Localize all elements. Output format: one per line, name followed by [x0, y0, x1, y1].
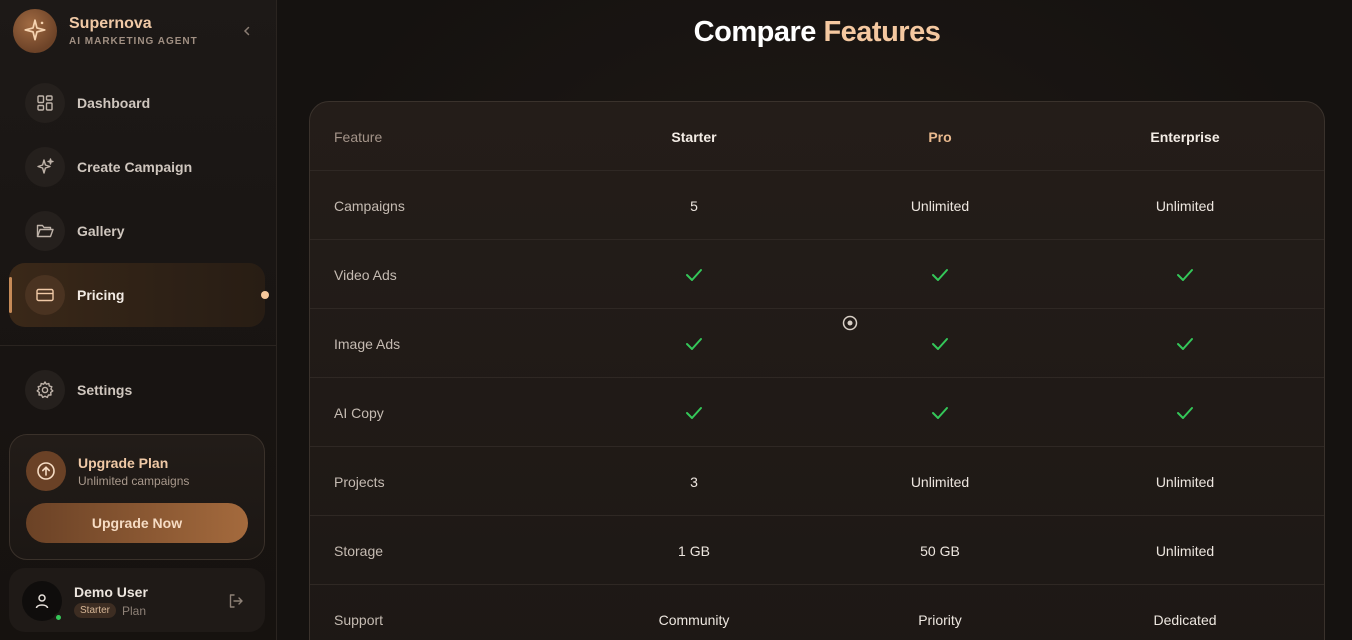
collapse-sidebar-button[interactable] [238, 22, 256, 40]
sparkle-logo-icon [13, 9, 57, 53]
active-dot [261, 291, 269, 299]
table-header-row: Feature Starter Pro Enterprise [310, 102, 1324, 171]
plan-value: 3 [690, 473, 698, 490]
credit-card-icon [25, 275, 65, 315]
plan-value: Unlimited [910, 473, 970, 490]
gear-icon [25, 370, 65, 410]
upgrade-subtitle: Unlimited campaigns [78, 474, 190, 488]
user-icon [35, 594, 49, 609]
folder-icon [25, 211, 65, 251]
header-enterprise: Enterprise [1150, 128, 1220, 145]
check-icon [818, 240, 1062, 309]
plan-value: Priority [918, 611, 962, 628]
feature-name: Campaigns [334, 197, 405, 214]
feature-name: Image Ads [334, 335, 401, 352]
plan-value: Dedicated [1153, 611, 1217, 628]
mouse-cursor-icon [842, 315, 858, 331]
nav-label: Gallery [77, 223, 125, 239]
page-title-accent: Features [823, 16, 941, 48]
table-row: Projects 3 Unlimited Unlimited [310, 447, 1324, 516]
nav-item-pricing[interactable]: Pricing [9, 263, 269, 327]
nav-item-settings[interactable]: Settings [13, 362, 265, 418]
table-row: Video Ads [310, 240, 1324, 309]
check-icon [818, 378, 1062, 447]
feature-name: Storage [334, 542, 384, 559]
table-row: AI Copy [310, 378, 1324, 447]
user-name: Demo User [74, 584, 148, 600]
plan-value: 5 [690, 197, 698, 214]
table-row: Storage 1 GB 50 GB Unlimited [310, 516, 1324, 585]
feature-name: Support [334, 611, 384, 628]
chevron-left-icon [243, 26, 250, 36]
plan-value: 1 GB [678, 542, 710, 559]
feature-name: Video Ads [334, 266, 397, 283]
arrow-up-circle-icon [26, 451, 66, 491]
plan-label: Plan [122, 604, 147, 618]
brand-subtitle: AI MARKETING AGENT [69, 36, 198, 47]
table-row: Campaigns 5 Unlimited Unlimited [310, 171, 1324, 240]
logout-icon [229, 594, 243, 608]
table-row: Image Ads [310, 309, 1324, 378]
check-icon [1063, 240, 1307, 309]
nav-item-gallery[interactable]: Gallery [13, 203, 265, 259]
sidebar: Supernova AI MARKETING AGENT Dashboard C… [0, 0, 277, 640]
brand[interactable]: Supernova AI MARKETING AGENT [13, 9, 198, 53]
logout-button[interactable] [227, 592, 245, 610]
feature-name: Projects [334, 473, 385, 490]
table-row: Support Community Priority Dedicated [310, 585, 1324, 640]
page-title-main: Compare [693, 16, 824, 48]
nav-label: Dashboard [77, 95, 151, 111]
main-content: Compare Features Feature Starter Pro Ent… [277, 0, 1352, 640]
plan-badge: Starter [74, 603, 117, 618]
upgrade-now-button[interactable]: Upgrade Now [26, 503, 248, 543]
plan-value: Unlimited [1155, 197, 1215, 214]
header-pro: Pro [928, 128, 952, 145]
header-starter: Starter [671, 128, 717, 145]
plan-value: Unlimited [1155, 542, 1215, 559]
user-profile-card[interactable]: Demo User Starter Plan [9, 568, 265, 632]
online-status-dot [54, 613, 63, 622]
plan-value: Unlimited [910, 197, 970, 214]
check-icon [573, 240, 815, 309]
feature-comparison-table: Feature Starter Pro Enterprise Campaigns… [309, 101, 1325, 640]
nav-item-dashboard[interactable]: Dashboard [13, 75, 265, 131]
header-feature: Feature [334, 128, 383, 145]
grid-icon [25, 83, 65, 123]
nav-label: Create Campaign [77, 159, 193, 175]
brand-name: Supernova [69, 15, 152, 32]
active-indicator-bar [9, 277, 12, 313]
upgrade-title: Upgrade Plan [78, 455, 169, 471]
divider [0, 345, 276, 346]
check-icon [573, 309, 815, 378]
nav-item-create-campaign[interactable]: Create Campaign [13, 139, 265, 195]
plan-value: Unlimited [1155, 473, 1215, 490]
upgrade-plan-card: Upgrade Plan Unlimited campaigns Upgrade… [9, 434, 265, 560]
plan-value: 50 GB [920, 542, 960, 559]
check-icon [1063, 378, 1307, 447]
sparkles-icon [25, 147, 65, 187]
nav-label: Pricing [77, 287, 125, 303]
nav-label: Settings [77, 382, 133, 398]
feature-name: AI Copy [334, 404, 384, 421]
page-title: Compare Features [277, 16, 1352, 49]
check-icon [1063, 309, 1307, 378]
check-icon [573, 378, 815, 447]
plan-value: Community [658, 611, 730, 628]
